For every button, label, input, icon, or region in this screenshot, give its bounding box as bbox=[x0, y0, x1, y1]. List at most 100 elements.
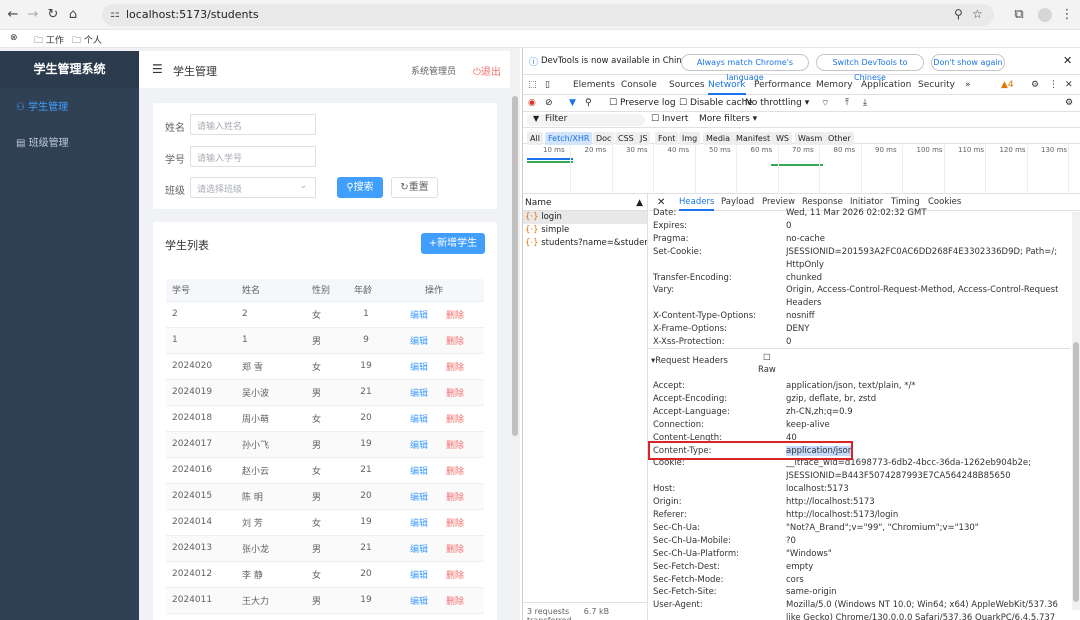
delete-button[interactable]: 删除 bbox=[446, 493, 464, 503]
search-button[interactable]: ⚲搜索 bbox=[337, 177, 383, 198]
match-language-button[interactable]: Always match Chrome's language bbox=[681, 54, 809, 82]
name-column-header[interactable]: Name ▲ bbox=[523, 194, 647, 211]
forward-icon[interactable]: → bbox=[24, 6, 42, 24]
headers-scroll-thumb[interactable] bbox=[1073, 342, 1079, 602]
delete-button[interactable]: 删除 bbox=[446, 441, 464, 451]
detail-tab[interactable]: Headers bbox=[679, 197, 715, 211]
add-student-button[interactable]: +新增学生 bbox=[421, 233, 485, 254]
delete-button[interactable]: 删除 bbox=[446, 519, 464, 529]
detail-tab[interactable]: Preview bbox=[762, 197, 795, 207]
edit-button[interactable]: 编辑 bbox=[410, 519, 428, 529]
home-icon[interactable]: ⌂ bbox=[64, 6, 82, 24]
detail-tab[interactable]: Initiator bbox=[850, 197, 883, 207]
devtools-tab[interactable]: Network bbox=[708, 80, 746, 95]
devtools-tab[interactable]: Security bbox=[918, 80, 955, 90]
sidebar-item-classes[interactable]: ▤ 班级管理 bbox=[0, 126, 139, 162]
delete-button[interactable]: 删除 bbox=[446, 337, 464, 347]
search-network-icon[interactable]: ⚲ bbox=[585, 98, 592, 108]
edit-button[interactable]: 编辑 bbox=[410, 389, 428, 399]
record-icon[interactable]: ◉ bbox=[528, 98, 536, 108]
request-row[interactable]: {·} students?name=&studentN... bbox=[523, 237, 647, 250]
device-icon[interactable]: ▯ bbox=[545, 80, 550, 90]
edit-button[interactable]: 编辑 bbox=[410, 467, 428, 477]
edit-button[interactable]: 编辑 bbox=[410, 337, 428, 347]
delete-button[interactable]: 删除 bbox=[446, 363, 464, 373]
bookmark-folder-work[interactable]: 🗀 工作 bbox=[34, 33, 64, 49]
devtools-tab[interactable]: Sources bbox=[669, 80, 705, 90]
delete-button[interactable]: 删除 bbox=[446, 467, 464, 477]
close-detail-icon[interactable]: ✕ bbox=[657, 197, 665, 208]
sidebar-item-students[interactable]: ⚇ 学生管理 bbox=[0, 90, 139, 126]
edit-button[interactable]: 编辑 bbox=[410, 493, 428, 503]
table-cell: 19 bbox=[348, 353, 384, 380]
close-icon[interactable]: ✕ bbox=[1063, 54, 1072, 67]
bookmark-folder-personal[interactable]: 🗀 个人 bbox=[72, 33, 102, 49]
back-icon[interactable]: ← bbox=[4, 6, 22, 24]
delete-button[interactable]: 删除 bbox=[446, 545, 464, 555]
devtools-tab[interactable]: Console bbox=[621, 80, 657, 90]
dont-show-button[interactable]: Don't show again bbox=[931, 54, 1005, 71]
close-devtools-icon[interactable]: ✕ bbox=[1065, 80, 1073, 90]
filter-input[interactable]: ▼ Filter bbox=[527, 114, 645, 126]
edit-button[interactable]: 编辑 bbox=[410, 441, 428, 451]
disable-cache-checkbox[interactable]: ☐ Disable cache bbox=[679, 98, 753, 108]
invert-checkbox[interactable]: ☐ Invert bbox=[651, 114, 688, 124]
request-row[interactable]: {·} simple bbox=[523, 224, 647, 237]
timeline-overview[interactable]: 10 ms 20 ms 30 ms 40 ms 50 ms 60 ms 70 ms 80 ms… bbox=[523, 144, 1080, 194]
more-filters-select[interactable]: More filters ▾ bbox=[699, 114, 757, 124]
detail-tab[interactable]: Payload bbox=[721, 197, 754, 207]
filter-icon[interactable]: ▼ bbox=[569, 98, 576, 108]
location-icon[interactable]: ⚲ bbox=[954, 7, 963, 21]
site-info-icon[interactable]: ⚏ bbox=[110, 7, 120, 20]
name-input[interactable]: 请输入姓名 bbox=[190, 114, 316, 135]
devtools-tab[interactable]: Memory bbox=[816, 80, 853, 90]
delete-button[interactable]: 删除 bbox=[446, 571, 464, 581]
address-bar[interactable]: ⚏ localhost:5173/students ⚲ ☆ bbox=[102, 4, 994, 26]
class-select[interactable]: 请选择班级 ⌄ bbox=[190, 177, 316, 198]
page-scrollbar[interactable] bbox=[510, 48, 520, 620]
delete-button[interactable]: 删除 bbox=[446, 389, 464, 399]
detail-tab[interactable]: Response bbox=[802, 197, 843, 207]
network-settings-icon[interactable]: ⚙ bbox=[1065, 98, 1073, 108]
reset-button[interactable]: ↻重置 bbox=[391, 177, 438, 198]
detail-tab[interactable]: Timing bbox=[891, 197, 920, 207]
menu-icon[interactable]: ⋮ bbox=[1058, 6, 1076, 24]
kebab-icon[interactable]: ⋮ bbox=[1049, 80, 1058, 90]
settings-icon[interactable]: ⚙ bbox=[1031, 80, 1039, 90]
scroll-thumb[interactable] bbox=[512, 96, 518, 436]
delete-button[interactable]: 删除 bbox=[446, 311, 464, 321]
headers-scrollbar[interactable] bbox=[1072, 212, 1080, 610]
bookmark-star-icon[interactable]: ☆ bbox=[972, 7, 983, 21]
devtools-tab[interactable]: Elements bbox=[573, 80, 615, 90]
avatar[interactable] bbox=[1038, 8, 1052, 22]
edit-button[interactable]: 编辑 bbox=[410, 363, 428, 373]
edit-button[interactable]: 编辑 bbox=[410, 415, 428, 425]
throttling-select[interactable]: No throttling ▾ bbox=[745, 98, 809, 108]
edit-button[interactable]: 编辑 bbox=[410, 571, 428, 581]
delete-button[interactable]: 删除 bbox=[446, 415, 464, 425]
edit-button[interactable]: 编辑 bbox=[410, 545, 428, 555]
id-input[interactable]: 请输入学号 bbox=[190, 146, 316, 167]
timeline-gridline bbox=[611, 144, 613, 194]
menu-toggle-icon[interactable]: ☰ bbox=[152, 62, 163, 76]
edit-button[interactable]: 编辑 bbox=[410, 311, 428, 321]
devtools-tab[interactable]: Application bbox=[861, 80, 911, 90]
devtools-tab[interactable]: Performance bbox=[754, 80, 811, 90]
preserve-log-checkbox[interactable]: ☐ Preserve log bbox=[609, 98, 676, 108]
detail-tab[interactable]: Cookies bbox=[928, 197, 961, 207]
download-icon[interactable]: ⤓ bbox=[863, 98, 867, 108]
switch-chinese-button[interactable]: Switch DevTools to Chinese bbox=[816, 54, 924, 82]
clear-icon[interactable]: ⊘ bbox=[545, 98, 553, 108]
apps-icon[interactable]: ⊗ bbox=[10, 33, 18, 43]
edit-button[interactable]: 编辑 bbox=[410, 597, 428, 607]
extensions-icon[interactable]: ⧉ bbox=[1010, 6, 1028, 24]
request-row[interactable]: {·} login bbox=[523, 211, 647, 224]
reload-icon[interactable]: ↻ bbox=[44, 6, 62, 24]
logout-button[interactable]: ⏻退出 bbox=[473, 63, 501, 78]
inspect-icon[interactable]: ⬚ bbox=[528, 80, 537, 90]
warning-badge[interactable]: ▲4 bbox=[1001, 80, 1014, 90]
upload-icon[interactable]: ⤒ bbox=[845, 98, 849, 108]
wifi-icon[interactable]: ⌔ bbox=[821, 98, 829, 109]
delete-button[interactable]: 删除 bbox=[446, 597, 464, 607]
more-tabs-icon[interactable]: » bbox=[965, 80, 971, 90]
